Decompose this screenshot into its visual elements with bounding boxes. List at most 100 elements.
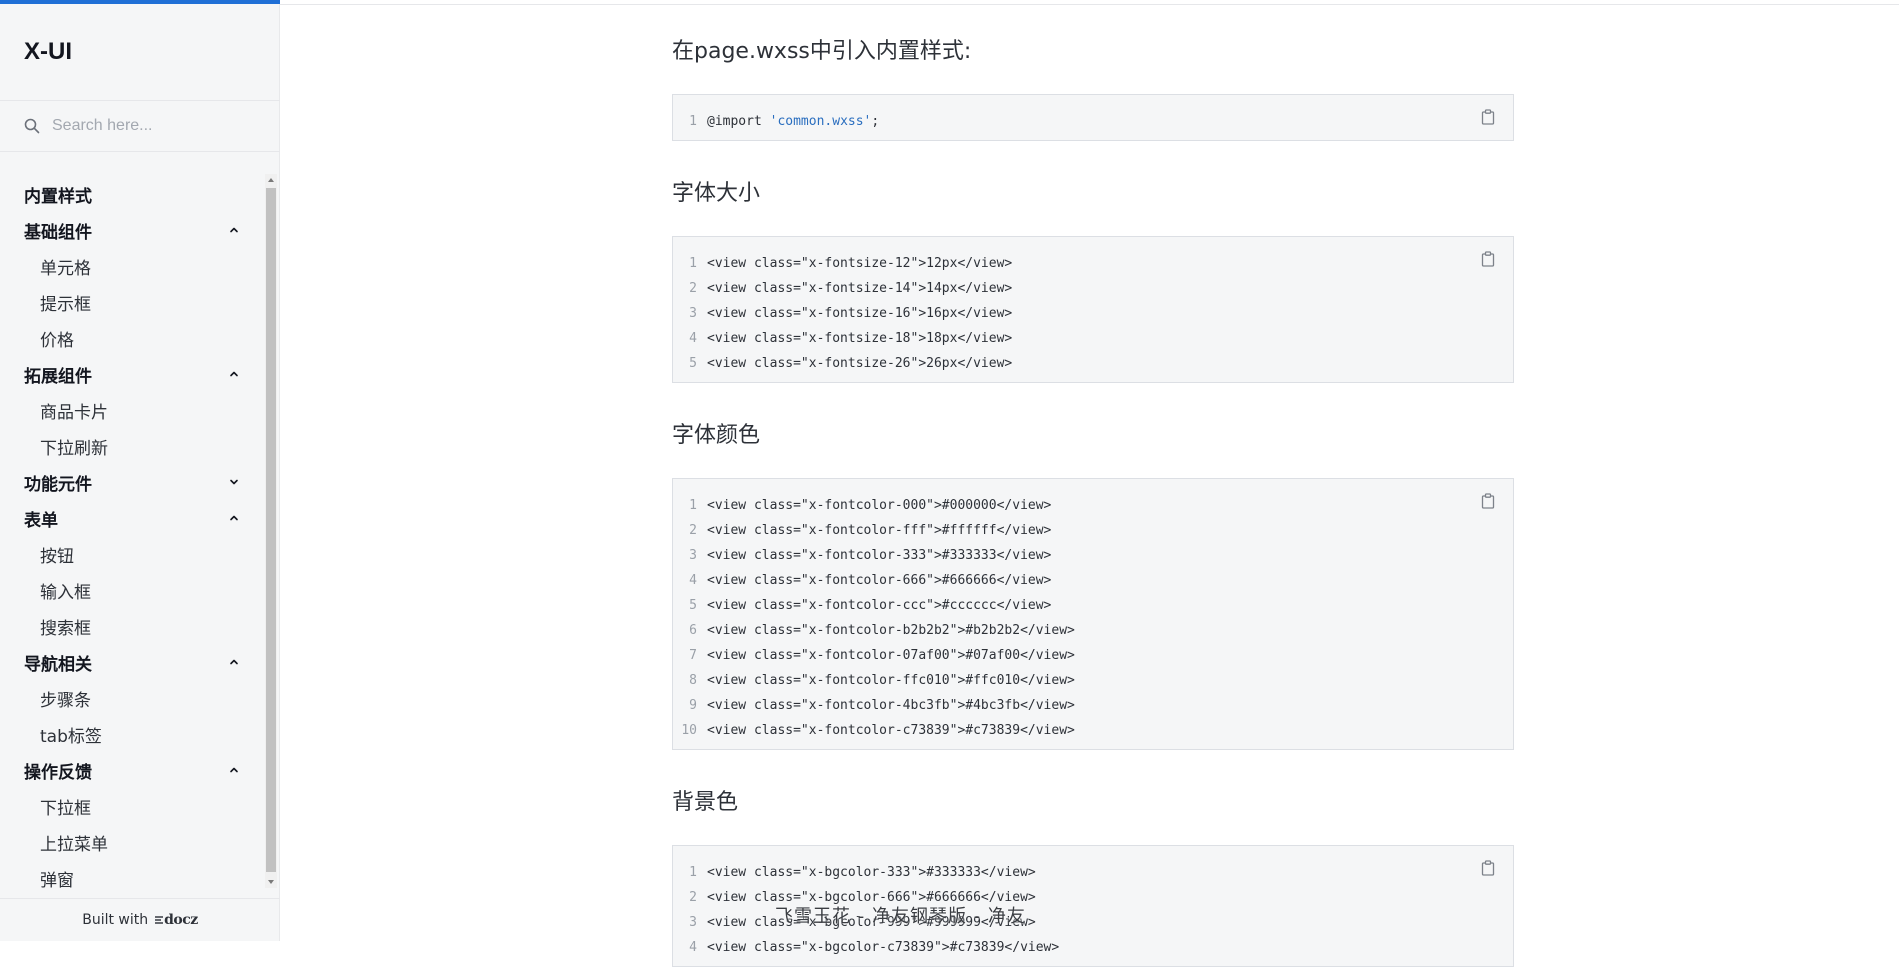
sidebar-group[interactable]: 功能元件 <box>0 464 262 500</box>
clipboard-copy-icon[interactable] <box>1481 860 1495 876</box>
clipboard-copy-icon[interactable] <box>1481 251 1495 267</box>
line-number: 6 <box>689 623 697 638</box>
scroll-up-arrow-icon[interactable] <box>265 174 277 186</box>
code-token: <view class="x-fontsize-26">26px</view> <box>707 356 1013 371</box>
sidebar-item[interactable]: 单元格 <box>0 248 262 284</box>
section-heading: 背景色 <box>672 790 739 815</box>
docz-logo[interactable]: docz <box>154 912 198 928</box>
search-input[interactable] <box>50 116 250 136</box>
code-text: <view class="x-bgcolor-c73839">#c73839</… <box>707 940 1059 955</box>
code-token: <view class="x-fontcolor-666">#666666</v… <box>707 573 1052 588</box>
line-number: 4 <box>689 940 697 955</box>
search-bar[interactable] <box>0 100 280 152</box>
code-block[interactable]: 1 <view class="x-fontsize-12">12px</view>… <box>672 236 1514 383</box>
code-block[interactable]: 1 <view class="x-fontcolor-000">#000000</… <box>672 478 1514 750</box>
line-number: 3 <box>689 915 697 930</box>
accent-bar <box>0 0 280 4</box>
sidebar-group[interactable]: 导航相关 <box>0 644 262 680</box>
sidebar-item[interactable]: 价格 <box>0 320 262 356</box>
code-text: <view class="x-fontsize-26">26px</view> <box>707 356 1012 371</box>
sidebar-scrollbar[interactable] <box>265 174 277 888</box>
scrollbar-thumb[interactable] <box>266 188 276 872</box>
sidebar-group[interactable]: 内置样式 <box>0 176 262 212</box>
code-text: <view class="x-fontcolor-ffc010">#ffc010… <box>707 673 1075 688</box>
code-line: 2 <view class="x-fontsize-14">14px</view> <box>673 276 1513 301</box>
sidebar-group[interactable]: 操作反馈 <box>0 752 262 788</box>
chevron-up-icon[interactable] <box>228 764 240 776</box>
code-text: <view class="x-fontcolor-b2b2b2">#b2b2b2… <box>707 623 1075 638</box>
line-number: 10 <box>681 723 697 738</box>
sidebar-item-label: 上拉菜单 <box>40 834 108 855</box>
sidebar-item[interactable]: 下拉刷新 <box>0 428 262 464</box>
code-line: 9 <view class="x-fontcolor-4bc3fb">#4bc3f… <box>673 693 1513 718</box>
sidebar-item[interactable]: 步骤条 <box>0 680 262 716</box>
line-number: 7 <box>689 648 697 663</box>
chevron-down-icon[interactable] <box>228 476 240 488</box>
sidebar-item-label: 下拉框 <box>40 798 91 819</box>
code-text: <view class="x-bgcolor-333">#333333</vie… <box>707 865 1036 880</box>
code-line: 5 <view class="x-fontsize-26">26px</view> <box>673 351 1513 376</box>
sidebar-item-label: tab标签 <box>40 726 102 747</box>
code-text: @import 'common.wxss'; <box>707 114 879 129</box>
code-token: <view class="x-fontcolor-b2b2b2">#b2b2b2… <box>707 623 1075 638</box>
docz-brand: docz <box>164 912 198 928</box>
chevron-up-icon[interactable] <box>228 656 240 668</box>
code-token: <view class="x-fontcolor-ffc010">#ffc010… <box>707 673 1075 688</box>
sidebar-item-label: 按钮 <box>40 546 74 567</box>
app-logo[interactable]: X-UI <box>24 38 72 66</box>
line-number: 1 <box>689 256 697 271</box>
video-subtitle-overlay: 飞雪玉花 - 净友钢琴版 - 净友 <box>775 906 1026 927</box>
line-number: 2 <box>689 281 697 296</box>
code-line: 1 <view class="x-fontsize-12">12px</view> <box>673 251 1513 276</box>
code-token: <view class="x-fontsize-12">12px</view> <box>707 256 1013 271</box>
code-token: <view class="x-fontcolor-ccc">#cccccc</v… <box>707 598 1052 613</box>
sidebar-group-label: 基础组件 <box>24 222 92 243</box>
chevron-up-icon[interactable] <box>228 368 240 380</box>
line-number: 2 <box>689 890 697 905</box>
clipboard-copy-icon[interactable] <box>1481 493 1495 509</box>
code-token: <view class="x-fontcolor-c73839">#c73839… <box>707 723 1075 738</box>
code-line: 8 <view class="x-fontcolor-ffc010">#ffc01… <box>673 668 1513 693</box>
sidebar-nav: 内置样式基础组件单元格提示框 价格 拓展组件 商品卡片 下拉刷新 功能元件 表单按钮输入框搜… <box>0 176 262 896</box>
code-block[interactable]: 1 @import 'common.wxss'; <box>672 94 1514 141</box>
clipboard-copy-icon[interactable] <box>1481 109 1495 125</box>
scroll-down-arrow-icon[interactable] <box>265 876 277 888</box>
line-number: 1 <box>689 498 697 513</box>
sidebar-group[interactable]: 基础组件 <box>0 212 262 248</box>
main-content: 在page.wxss中引入内置样式: 1 @import 'common.wxss'… <box>672 0 1514 967</box>
line-number: 8 <box>689 673 697 688</box>
sidebar-item[interactable]: 弹窗 <box>0 860 262 896</box>
sidebar-item[interactable]: 搜索框 <box>0 608 262 644</box>
sidebar-group[interactable]: 拓展组件 <box>0 356 262 392</box>
sidebar-item[interactable]: 提示框 <box>0 284 262 320</box>
code-text: <view class="x-fontsize-12">12px</view> <box>707 256 1012 271</box>
chevron-up-icon[interactable] <box>228 224 240 236</box>
code-line: 2 <view class="x-fontcolor-fff">#ffffff</… <box>673 518 1513 543</box>
sidebar-group[interactable]: 表单 <box>0 500 262 536</box>
code-string-token: 'common.wxss' <box>769 114 872 129</box>
sidebar-item[interactable]: 商品卡片 <box>0 392 262 428</box>
built-with-label: Built with <box>82 912 149 928</box>
code-text: <view class="x-fontsize-16">16px</view> <box>707 306 1012 321</box>
code-text: <view class="x-fontcolor-07af00">#07af00… <box>707 648 1075 663</box>
code-line: 5 <view class="x-fontcolor-ccc">#cccccc</… <box>673 593 1513 618</box>
code-text: <view class="x-fontcolor-c73839">#c73839… <box>707 723 1075 738</box>
chevron-up-icon[interactable] <box>228 512 240 524</box>
code-token: @import <box>707 114 770 129</box>
sidebar-item[interactable]: tab标签 <box>0 716 262 752</box>
code-text: <view class="x-fontcolor-ccc">#cccccc</v… <box>707 598 1051 613</box>
code-line: 6 <view class="x-fontcolor-b2b2b2">#b2b2b… <box>673 618 1513 643</box>
sidebar-item-label: 单元格 <box>40 258 91 279</box>
line-number: 1 <box>689 114 697 129</box>
sidebar-item-label: 步骤条 <box>40 690 91 711</box>
line-number: 5 <box>689 356 697 371</box>
code-text: <view class="x-fontcolor-000">#000000</v… <box>707 498 1051 513</box>
code-token: <view class="x-fontcolor-333">#333333</v… <box>707 548 1052 563</box>
sidebar-item[interactable]: 输入框 <box>0 572 262 608</box>
sidebar-item[interactable]: 下拉框 <box>0 788 262 824</box>
line-number: 4 <box>689 573 697 588</box>
code-token: ; <box>871 114 880 129</box>
section-heading: 在page.wxss中引入内置样式: <box>672 39 972 64</box>
sidebar-item[interactable]: 按钮 <box>0 536 262 572</box>
sidebar-item[interactable]: 上拉菜单 <box>0 824 262 860</box>
